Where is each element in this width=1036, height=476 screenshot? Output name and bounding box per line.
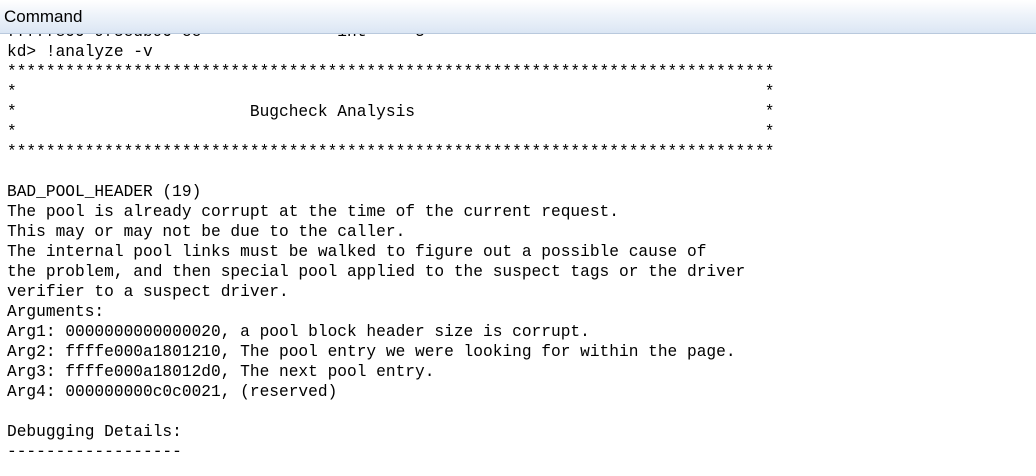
output-line-debugging-details: Debugging Details: bbox=[7, 423, 182, 441]
title-bar[interactable]: Command bbox=[0, 0, 1036, 34]
output-line-arg3: Arg3: ffffe000a18012d0, The next pool en… bbox=[7, 363, 435, 381]
output-lines: fffff800`9f3cdb90 cc int 3 kd> !analyze … bbox=[7, 34, 774, 462]
output-line-banner-spacer: * * bbox=[7, 123, 775, 141]
output-line-banner-border: ****************************************… bbox=[7, 143, 775, 161]
command-output-pane[interactable]: fffff800`9f3cdb90 cc int 3 kd> !analyze … bbox=[0, 34, 1036, 476]
output-line-arg2: Arg2: ffffe000a1801210, The pool entry w… bbox=[7, 343, 736, 361]
output-line-description: The internal pool links must be walked t… bbox=[7, 243, 707, 261]
window-title: Command bbox=[4, 7, 83, 26]
output-line-description: The pool is already corrupt at the time … bbox=[7, 203, 619, 221]
output-line-bugcheck-code: BAD_POOL_HEADER (19) bbox=[7, 183, 202, 201]
output-line-banner-title: * Bugcheck Analysis * bbox=[7, 103, 775, 121]
output-line-banner-border: ****************************************… bbox=[7, 63, 775, 81]
output-line-separator: ------------------ bbox=[7, 443, 182, 461]
command-window: Command fffff800`9f3cdb90 cc int 3 kd> !… bbox=[0, 0, 1036, 476]
output-line-arg1: Arg1: 0000000000000020, a pool block hea… bbox=[7, 323, 590, 341]
output-line-command: kd> !analyze -v bbox=[7, 43, 153, 61]
output-line-banner-spacer: * * bbox=[7, 83, 775, 101]
output-line-disassembly: fffff800`9f3cdb90 cc int 3 bbox=[7, 34, 774, 42]
output-line-arguments-header: Arguments: bbox=[7, 303, 105, 321]
output-line-description: verifier to a suspect driver. bbox=[7, 283, 289, 301]
output-line-description: the problem, and then special pool appli… bbox=[7, 263, 746, 281]
output-line-blank bbox=[7, 162, 774, 182]
output-line-arg4: Arg4: 000000000c0c0021, (reserved) bbox=[7, 383, 338, 401]
output-line-blank bbox=[7, 402, 774, 422]
output-line-description: This may or may not be due to the caller… bbox=[7, 223, 406, 241]
